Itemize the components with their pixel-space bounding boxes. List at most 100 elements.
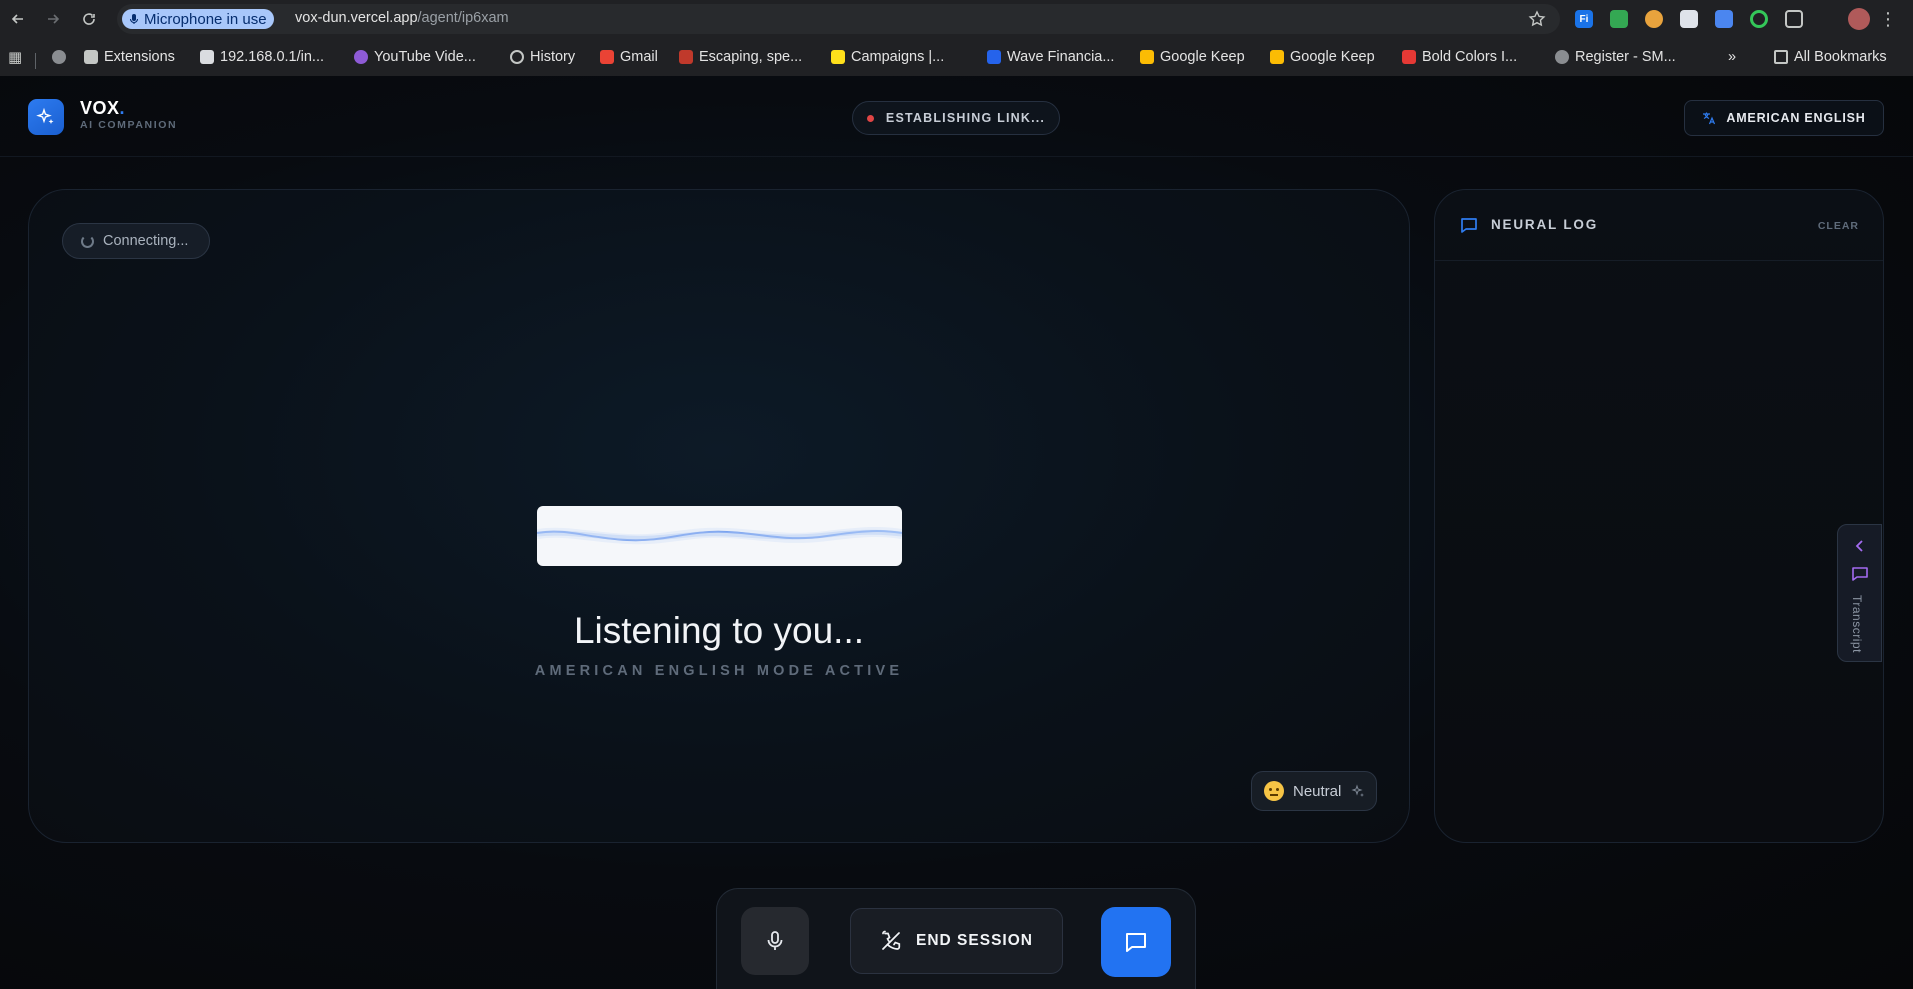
- brand-dot: .: [119, 98, 126, 118]
- bookmark-extensions[interactable]: Extensions: [84, 46, 175, 68]
- bookmark-gmail[interactable]: Gmail: [600, 46, 658, 68]
- transcript-tab-label: Transcript: [1850, 595, 1864, 653]
- vox-app: VOX. AI COMPANION ESTABLISHING LINK... A…: [0, 76, 1913, 989]
- bookmark-register[interactable]: Register - SM...: [1555, 46, 1676, 68]
- bookmark-google-keep-2[interactable]: Google Keep: [1270, 46, 1375, 68]
- message-square-icon: [1852, 567, 1868, 581]
- status-text: ESTABLISHING LINK...: [885, 111, 1046, 125]
- bookmarks-overflow-button[interactable]: »: [1728, 46, 1736, 68]
- download-icon: [354, 50, 368, 64]
- sparkles-logo-icon: [28, 99, 64, 135]
- bookmark-label: Google Keep: [1160, 49, 1245, 65]
- waveform-graphic: [537, 526, 902, 545]
- spinner-icon: [81, 234, 94, 248]
- bookmark-globe-icon[interactable]: [52, 46, 72, 68]
- bookmark-label: History: [530, 49, 576, 65]
- voice-panel: Connecting... Listening to you... AMERIC…: [28, 189, 1410, 843]
- extension-docs-icon[interactable]: [1715, 10, 1733, 28]
- sparkles-icon: [1351, 784, 1365, 797]
- bookmark-label: Wave Financia...: [1007, 49, 1115, 65]
- microphone-chip-label: Microphone in use: [144, 10, 267, 28]
- brand-text: VOX: [80, 98, 120, 118]
- extension-icons: Fi: [1575, 8, 1820, 30]
- bookmark-star-icon[interactable]: [1528, 10, 1546, 28]
- clear-log-button[interactable]: CLEAR: [1818, 220, 1859, 232]
- forward-icon[interactable]: [41, 7, 65, 31]
- phone-off-icon: [882, 930, 901, 950]
- bookmark-label: 192.168.0.1/in...: [220, 49, 324, 65]
- extension-shield-icon[interactable]: [1680, 10, 1698, 28]
- message-square-icon: [1461, 218, 1477, 233]
- connecting-chip: Connecting...: [62, 223, 210, 259]
- message-square-icon: [1126, 933, 1146, 952]
- browser-toolbar: Microphone in use vox-dun.vercel.app/age…: [0, 0, 1913, 38]
- connecting-label: Connecting...: [103, 233, 189, 249]
- history-icon: [510, 50, 524, 64]
- site-icon: [679, 50, 693, 64]
- gmail-icon: [600, 50, 614, 64]
- bookmark-escaping[interactable]: Escaping, spe...: [679, 46, 802, 68]
- bookmark-history[interactable]: History: [510, 46, 575, 68]
- bookmark-router[interactable]: 192.168.0.1/in...: [200, 46, 324, 68]
- translate-icon: [1703, 112, 1716, 125]
- microphone-icon: [129, 14, 139, 24]
- extension-circle-icon[interactable]: [1750, 10, 1768, 28]
- bookmark-label: Register - SM...: [1575, 49, 1676, 65]
- browser-chrome: Microphone in use vox-dun.vercel.app/age…: [0, 0, 1913, 76]
- address-bar[interactable]: Microphone in use vox-dun.vercel.app/age…: [117, 4, 1560, 34]
- extensions-puzzle-icon[interactable]: [1785, 10, 1803, 28]
- bookmarks-divider: [35, 53, 36, 69]
- keep-icon: [1140, 50, 1154, 64]
- mood-chip[interactable]: Neutral: [1251, 771, 1377, 811]
- end-session-button[interactable]: END SESSION: [850, 908, 1063, 974]
- bookmark-label: Google Keep: [1290, 49, 1375, 65]
- bookmark-wave-financial[interactable]: Wave Financia...: [987, 46, 1114, 68]
- puzzle-icon: [84, 50, 98, 64]
- chat-button[interactable]: [1101, 907, 1171, 977]
- extension-green-icon[interactable]: [1610, 10, 1628, 28]
- neural-log-panel: NEURAL LOG CLEAR: [1434, 189, 1884, 843]
- neutral-face-icon: [1264, 781, 1284, 801]
- language-label: AMERICAN ENGLISH: [1726, 111, 1866, 125]
- keep-icon: [1270, 50, 1284, 64]
- neural-log-title: NEURAL LOG: [1491, 217, 1599, 232]
- back-icon[interactable]: [6, 7, 30, 31]
- campaigns-icon: [831, 50, 845, 64]
- all-bookmarks-folder[interactable]: All Bookmarks: [1774, 46, 1887, 68]
- wave-icon: [987, 50, 1001, 64]
- microphone-in-use-chip[interactable]: Microphone in use: [122, 9, 274, 29]
- bookmark-google-keep-1[interactable]: Google Keep: [1140, 46, 1245, 68]
- extension-fi-icon[interactable]: Fi: [1575, 10, 1593, 28]
- browser-menu-icon[interactable]: ⋮: [1879, 7, 1897, 31]
- bookmark-label: Extensions: [104, 49, 175, 65]
- profile-avatar[interactable]: [1848, 8, 1870, 30]
- language-button[interactable]: AMERICAN ENGLISH: [1684, 100, 1884, 136]
- bookmark-bold-colors[interactable]: Bold Colors I...: [1402, 46, 1517, 68]
- app-header: VOX. AI COMPANION ESTABLISHING LINK... A…: [0, 76, 1913, 157]
- bookmarks-overflow-label: »: [1728, 49, 1737, 65]
- extension-cookie-icon[interactable]: [1645, 10, 1663, 28]
- microphone-button[interactable]: [741, 907, 809, 975]
- transcript-toggle[interactable]: Transcript: [1837, 524, 1882, 662]
- bookmark-youtube-video[interactable]: YouTube Vide...: [354, 46, 476, 68]
- mode-status: AMERICAN ENGLISH MODE ACTIVE: [534, 663, 904, 679]
- chevron-left-icon: [1855, 540, 1863, 552]
- url-path: /agent/ip6xam: [417, 10, 509, 26]
- audio-waveform: [537, 506, 902, 566]
- bookmark-label: Campaigns |...: [851, 49, 945, 65]
- bookmark-label: YouTube Vide...: [374, 49, 476, 65]
- apps-grid-icon[interactable]: ▦: [8, 46, 22, 68]
- url-text[interactable]: vox-dun.vercel.app/agent/ip6xam: [295, 10, 509, 26]
- microphone-icon: [767, 931, 783, 950]
- bookmark-label: Bold Colors I...: [1422, 49, 1518, 65]
- mood-label: Neutral: [1293, 782, 1342, 800]
- end-session-label: END SESSION: [916, 932, 1033, 949]
- session-controls: END SESSION: [716, 888, 1196, 989]
- reload-icon[interactable]: [77, 7, 101, 31]
- listening-status: Listening to you...: [573, 610, 865, 651]
- bookmark-campaigns[interactable]: Campaigns |...: [831, 46, 944, 68]
- neural-log-header: NEURAL LOG CLEAR: [1435, 190, 1883, 261]
- bookmark-label: Escaping, spe...: [699, 49, 803, 65]
- globe-icon: [1555, 50, 1569, 64]
- brand-subtitle: AI COMPANION: [80, 119, 178, 131]
